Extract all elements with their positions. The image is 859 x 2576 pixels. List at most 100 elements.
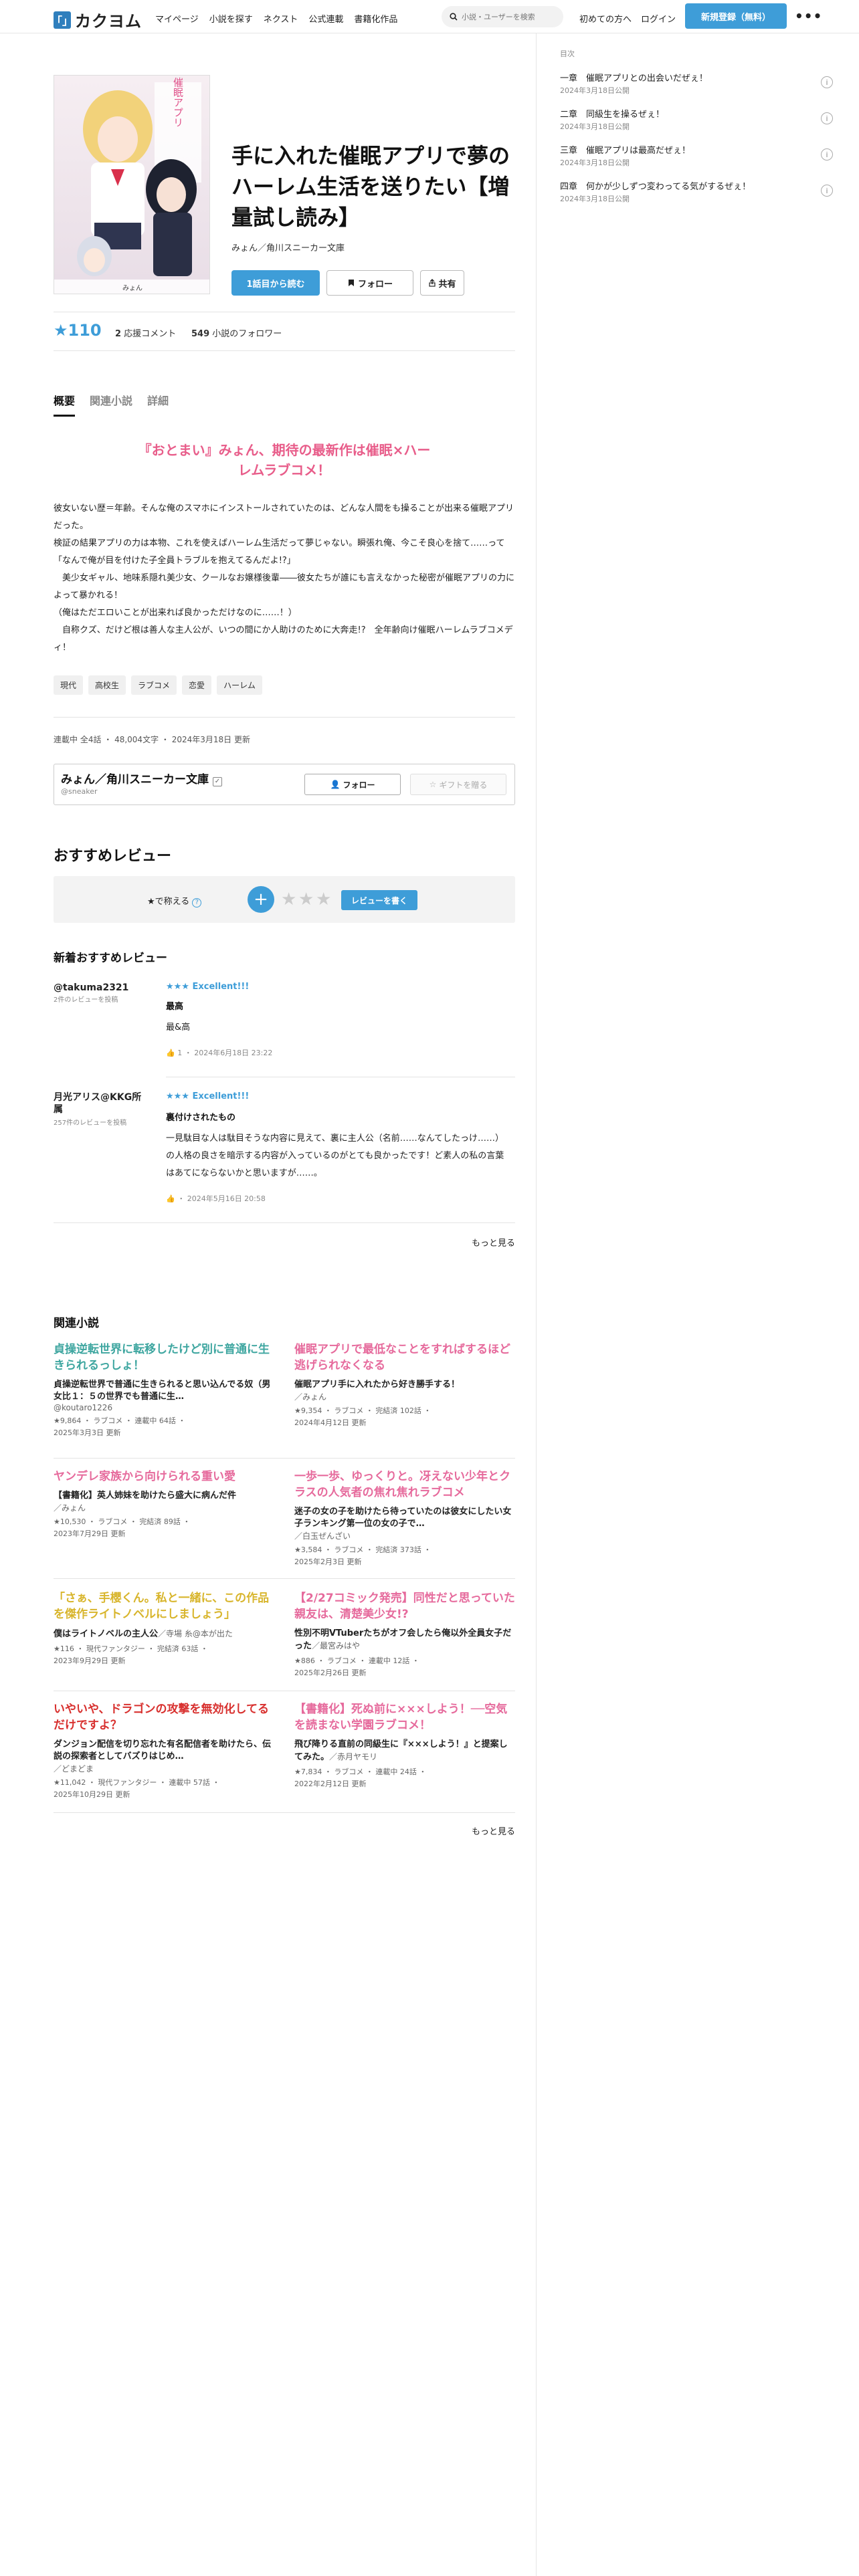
toc-item-date: 2024年3月18日公開 [560,122,630,131]
related-author[interactable]: ／みょん [54,1502,274,1513]
related-title[interactable]: 貞操逆転世界で普通に生きられると思い込んでる奴（男女比１：５の世界でも普通に生… [54,1379,274,1403]
related-title[interactable]: 【書籍化】英人姉妹を助けたら盛大に病んだ件 [54,1490,274,1502]
add-star-button[interactable]: + [248,886,274,913]
toc-item-title[interactable]: 一章 催眠アプリとの出会いだぜぇ！ [560,71,828,84]
login-link[interactable]: ログイン [641,12,676,25]
related-catch[interactable]: 「さぁ、手櫻くん。私と一緒に、この作品を傑作ライトノベルにしましょう」 [54,1590,274,1622]
more-reviews-link[interactable]: もっと見る [472,1236,515,1249]
gift-button[interactable]: ☆ ギフトを贈る [410,774,506,795]
tag-item[interactable]: ハーレム [217,675,262,695]
related-catch[interactable]: 催眠アプリで最低なことをすればするほど逃げられなくなる [294,1341,515,1374]
thumbs-up-icon[interactable]: 👍 [166,1049,175,1057]
follower-stat[interactable]: 549 小説のフォロワー [191,326,282,339]
share-label: 共有 [438,279,456,290]
toc-item[interactable]: 一章 催眠アプリとの出会いだぜぇ！ 2024年3月18日公開 i [560,71,833,96]
related-author[interactable]: ／白玉ぜんざい [294,1530,515,1541]
related-title[interactable]: 催眠アプリ手に入れたから好き勝手する！ [294,1379,515,1391]
work-tabs: 概要 関連小説 詳細 [54,392,169,417]
toc-item[interactable]: 三章 催眠アプリは最高だぜぇ！ 2024年3月18日公開 i [560,143,833,168]
tag-item[interactable]: 高校生 [88,675,126,695]
toc-item[interactable]: 二章 同級生を操るぜぇ！ 2024年3月18日公開 i [560,107,833,132]
related-card[interactable]: ヤンデレ家族から向けられる重い愛 【書籍化】英人姉妹を助けたら盛大に病んだ件 ／… [54,1469,274,1540]
info-icon[interactable]: i [821,185,833,197]
review-footer: 👍 1 ・ 2024年6月18日 23:22 [166,1047,272,1058]
related-card[interactable]: 【書籍化】死ぬ前に×××しよう！──空気を読まない学園ラブコメ！ 飛び降りる直前… [294,1701,515,1790]
review-footer: 👍 ・ 2024年5月16日 20:58 [166,1193,266,1204]
info-icon[interactable]: i [821,148,833,160]
related-card[interactable]: 「さぁ、手櫻くん。私と一緒に、この作品を傑作ライトノベルにしましょう」 僕はライ… [54,1590,274,1667]
nav-official-serial[interactable]: 公式連載 [308,12,343,25]
search-box[interactable] [442,6,563,27]
related-catch[interactable]: 【2/27コミック発売】同性だと思っていた親友は、清楚美少女!? [294,1590,515,1622]
toc-item[interactable]: 四章 何かが少しずつ変わってる気がするぜぇ！ 2024年3月18日公開 i [560,179,833,204]
related-author[interactable]: ／赤月ヤモリ [329,1752,377,1761]
nav-next[interactable]: ネクスト [264,12,298,25]
related-card[interactable]: いやいや、ドラゴンの攻撃を無効化してるだけですよ？ ダンジョン配信を切り忘れた有… [54,1701,274,1801]
related-catch[interactable]: ヤンデレ家族から向けられる重い愛 [54,1469,274,1485]
related-catch[interactable]: 一歩一歩、ゆっくりと。冴えない少年とクラスの人気者の焦れ焦れラブコメ [294,1469,515,1501]
star-icon[interactable]: ★ [281,889,296,909]
review-headline[interactable]: 最高 [166,999,183,1012]
related-card[interactable]: 一歩一歩、ゆっくりと。冴えない少年とクラスの人気者の焦れ焦れラブコメ 迷子の女の… [294,1469,515,1568]
review-user[interactable]: 月光アリス@KKG所属 [54,1091,147,1115]
toc-item-title[interactable]: 三章 催眠アプリは最高だぜぇ！ [560,143,828,156]
first-time-link[interactable]: 初めての方へ [579,12,632,25]
star-icon[interactable]: ★ [298,889,314,909]
tag-item[interactable]: ラブコメ [131,675,177,695]
follow-work-label: フォロー [357,279,393,290]
work-author[interactable]: みょん／角川スニーカー文庫 [231,241,345,253]
related-author[interactable]: ／最宮みはや [312,1641,360,1650]
related-title[interactable]: 僕はライトノベルの主人公／寺場 糸@本が出た [54,1628,274,1640]
related-title[interactable]: 性別不明VTuberたちがオフ会したら俺以外全員女子だった／最宮みはや [294,1628,515,1652]
read-first-episode-button[interactable]: 1話目から読む [231,270,320,296]
related-title[interactable]: 迷子の女の子を助けたら待っていたのは彼女にしたい女子ランキング第一位の女の子で… [294,1506,515,1530]
related-author[interactable]: ／どまどま [54,1763,274,1774]
divider [54,717,515,718]
comment-stat[interactable]: 2 応援コメント [115,326,176,339]
help-icon[interactable]: ? [192,898,202,907]
star-icon[interactable]: ★ [316,889,331,909]
related-author[interactable]: ／寺場 糸@本が出た [158,1629,233,1638]
tab-overview[interactable]: 概要 [54,392,76,417]
more-related-link[interactable]: もっと見る [472,1824,515,1837]
related-date: 2023年7月29日 更新 [54,1529,126,1538]
related-date: 2025年2月26日 更新 [294,1669,367,1677]
review-user[interactable]: @takuma2321 [54,982,147,994]
related-card[interactable]: 【2/27コミック発売】同性だと思っていた親友は、清楚美少女!? 性別不明VTu… [294,1590,515,1679]
review-user-count: 2件のレビューを投稿 [54,996,118,1004]
tab-details[interactable]: 詳細 [147,392,169,417]
related-title[interactable]: ダンジョン配信を切り忘れた有名配信者を助けたら、伝説の探索者としてバズりはじめ… [54,1739,274,1763]
related-author[interactable]: ／みょん [294,1391,515,1402]
comment-label: 応援コメント [124,329,177,339]
nav-search-novels[interactable]: 小説を探す [209,12,253,25]
tag-item[interactable]: 恋愛 [182,675,212,695]
thumbs-up-icon[interactable]: 👍 [166,1194,175,1203]
signup-button[interactable]: 新規登録（無料） [685,3,787,29]
author-follow-button[interactable]: 👤 フォロー [304,774,401,795]
info-icon[interactable]: i [821,112,833,124]
nav-mypage[interactable]: マイページ [155,12,199,25]
more-menu-icon[interactable]: ••• [795,8,822,24]
nav-books[interactable]: 書籍化作品 [354,12,397,25]
site-logo[interactable]: 「」 カクヨム [52,8,142,31]
work-title: 手に入れた催眠アプリで夢のハーレム生活を送りたい【増量試し読み】 [231,143,510,230]
follow-work-button[interactable]: フォロー [326,270,413,296]
toc-item-title[interactable]: 四章 何かが少しずつ変わってる気がするぜぇ！ [560,179,828,192]
search-input[interactable] [462,12,555,21]
review-headline[interactable]: 裏付けされたもの [166,1110,235,1123]
info-icon[interactable]: i [821,76,833,88]
write-review-button[interactable]: レビューを書く [341,890,417,910]
share-button[interactable]: 共有 [420,270,464,296]
tab-related[interactable]: 関連小説 [90,392,132,417]
related-card[interactable]: 貞操逆転世界に転移したけど別に普通に生きられるっしょ！ 貞操逆転世界で普通に生き… [54,1341,274,1439]
tag-item[interactable]: 現代 [54,675,84,695]
book-cover-image[interactable]: 催眠アプリ みょん [54,75,210,294]
related-card[interactable]: 催眠アプリで最低なことをすればするほど逃げられなくなる 催眠アプリ手に入れたから… [294,1341,515,1429]
author-box-name[interactable]: みょん／角川スニーカー文庫 ✓ [61,770,222,786]
toc-item-title[interactable]: 二章 同級生を操るぜぇ！ [560,107,828,120]
related-catch[interactable]: いやいや、ドラゴンの攻撃を無効化してるだけですよ？ [54,1701,274,1733]
related-author[interactable]: @koutaro1226 [54,1403,274,1412]
related-catch[interactable]: 【書籍化】死ぬ前に×××しよう！──空気を読まない学園ラブコメ！ [294,1701,515,1733]
related-catch[interactable]: 貞操逆転世界に転移したけど別に普通に生きられるっしょ！ [54,1341,274,1374]
related-title[interactable]: 飛び降りる直前の同級生に『×××しよう！』と提案してみた。／赤月ヤモリ [294,1739,515,1763]
